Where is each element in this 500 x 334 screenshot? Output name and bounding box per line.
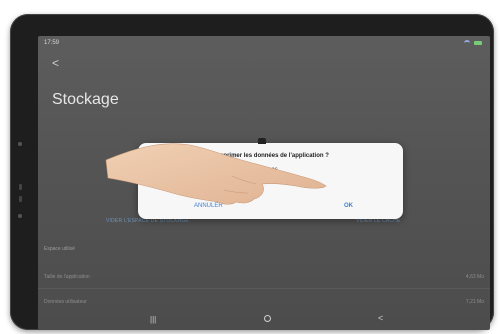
status-bar: 17:59 — [38, 36, 490, 50]
camera-dot — [18, 142, 22, 146]
battery-icon — [474, 41, 482, 45]
storage-row-value: 7,21 Mo — [465, 299, 484, 305]
dialog-message-line: Tous les fichiers, paramètres, comptes, … — [156, 167, 278, 173]
dialog-message-line: de données seront effacés. — [156, 175, 229, 181]
ok-button[interactable]: OK — [344, 203, 353, 209]
section-heading: Espace utilisé — [44, 246, 75, 252]
storage-row-value: 4,63 Mo — [465, 274, 484, 280]
home-button[interactable] — [264, 315, 271, 322]
recent-apps-button[interactable]: ||| — [150, 315, 156, 324]
cancel-button[interactable]: ANNULER — [194, 203, 223, 209]
storage-row: Données utilisateur 7,21 Mo — [44, 299, 484, 305]
nav-back-button[interactable]: < — [378, 313, 383, 323]
storage-row-label: Taille de l'application — [44, 274, 90, 280]
side-button — [19, 196, 22, 202]
camera-notch — [258, 138, 266, 144]
side-button — [19, 184, 22, 190]
confirm-dialog: Supprimer les données de l'application ?… — [138, 138, 403, 219]
status-icons — [464, 40, 482, 46]
tablet-device: 17:59 < Stockage VIDER L'ESPACE DE STOCK… — [10, 14, 494, 330]
storage-row-label: Données utilisateur — [44, 299, 87, 305]
divider — [38, 288, 490, 289]
screen: 17:59 < Stockage VIDER L'ESPACE DE STOCK… — [38, 36, 490, 330]
back-button[interactable]: < — [52, 56, 59, 70]
navigation-bar: ||| < — [38, 308, 490, 330]
dialog-message: Tous les fichiers, paramètres, comptes, … — [156, 166, 389, 182]
wifi-icon — [464, 40, 470, 46]
storage-row: Taille de l'application 4,63 Mo — [44, 274, 484, 280]
page-title: Stockage — [52, 91, 119, 108]
dialog-title: Supprimer les données de l'application ? — [212, 153, 329, 159]
sensor-dot — [18, 214, 22, 218]
status-time: 17:59 — [44, 40, 60, 46]
